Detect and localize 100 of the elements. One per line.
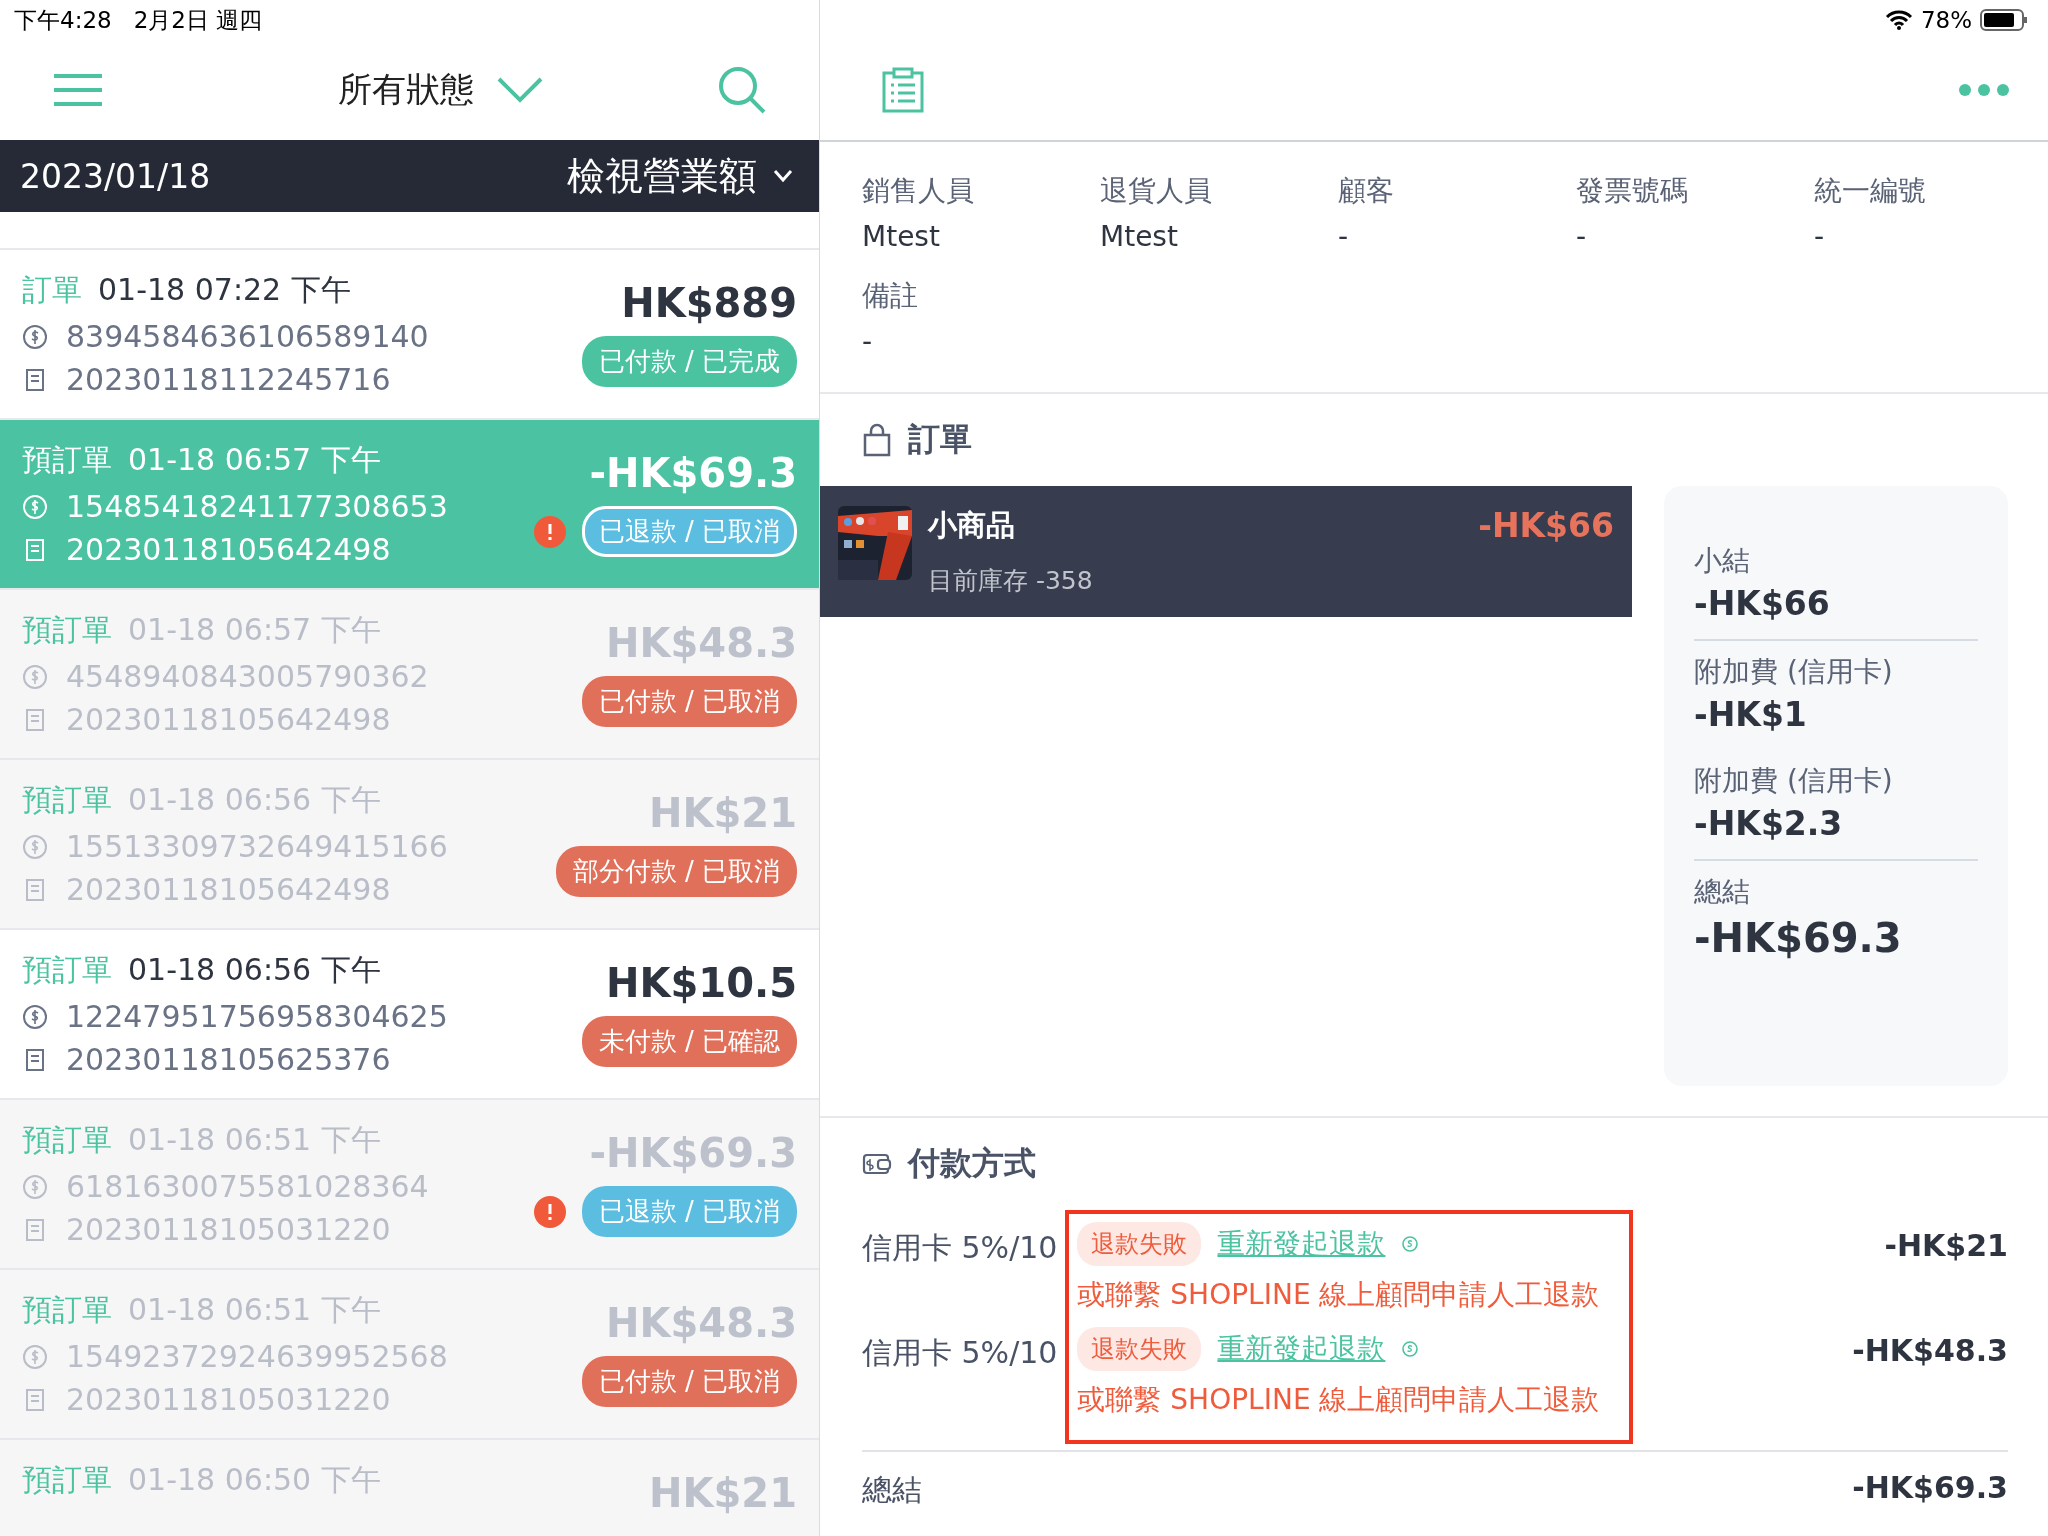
payment-amount: -HK$21 bbox=[1884, 1228, 2008, 1265]
summary-label: 小結 bbox=[1694, 543, 1751, 579]
battery-percent: 78% bbox=[1920, 7, 1972, 33]
order-time: 01-18 06:56 下午 bbox=[128, 781, 381, 819]
order-number: 20230118105031220 bbox=[66, 1382, 391, 1417]
order-row[interactable]: 預訂單 01-18 06:56 下午 15513309732649415166 20230118105642498 HK$21 部分付款 / 已取消 bbox=[0, 760, 819, 930]
order-amount: -HK$69.3 bbox=[589, 1130, 797, 1176]
field-value: Mtest bbox=[1100, 220, 1179, 253]
status-badge: 已退款 / 已取消 bbox=[581, 506, 797, 557]
order-type: 預訂單 bbox=[22, 1291, 112, 1329]
item-stock: 目前庫存 -358 bbox=[928, 565, 1094, 597]
payment-id: 12247951756958304625 bbox=[66, 999, 448, 1034]
order-type: 預訂單 bbox=[22, 1461, 112, 1499]
summary-value: -HK$66 bbox=[1694, 584, 1831, 623]
order-row[interactable]: 預訂單 01-18 06:51 下午 15492372924639952568 20230118105031220 HK$48.3 已付款 / 已取消 bbox=[0, 1270, 819, 1440]
order-number: 20230118105642498 bbox=[66, 532, 391, 567]
status-badge: 已付款 / 已完成 bbox=[581, 336, 797, 387]
order-number: 20230118105642498 bbox=[66, 872, 391, 907]
field-value: Mtest bbox=[862, 220, 941, 253]
order-number: 20230118112245716 bbox=[66, 362, 391, 397]
section-title: 訂單 bbox=[908, 419, 972, 460]
order-number: 20230118105642498 bbox=[66, 702, 391, 737]
search-icon[interactable] bbox=[717, 65, 767, 115]
view-sales-button[interactable]: 檢視營業額 bbox=[561, 149, 799, 203]
menu-icon[interactable] bbox=[52, 72, 104, 108]
payment-id: 6181630075581028364 bbox=[66, 1169, 429, 1204]
summary-label: 總結 bbox=[1694, 874, 1751, 910]
field-label: 備註 bbox=[862, 278, 919, 314]
field-label: 銷售人員 bbox=[862, 173, 975, 209]
order-type: 訂單 bbox=[22, 271, 82, 309]
field-label: 發票號碼 bbox=[1576, 173, 1689, 209]
status-badge: 已付款 / 已取消 bbox=[581, 1356, 797, 1407]
refund-failed-badge: 退款失敗 bbox=[1077, 1222, 1202, 1266]
order-item[interactable]: 小商品 目前庫存 -358 -HK$66 bbox=[820, 486, 1632, 617]
order-type: 預訂單 bbox=[22, 441, 112, 479]
total-label: 總結 bbox=[862, 1471, 922, 1509]
field-value: - bbox=[862, 325, 874, 358]
payment-id: 8394584636106589140 bbox=[66, 319, 429, 354]
status-filter-dropdown[interactable]: 所有狀態 bbox=[331, 66, 550, 114]
order-amount: HK$48.3 bbox=[606, 620, 797, 666]
dollar-coin-icon bbox=[22, 1003, 48, 1030]
dollar-coin-icon bbox=[22, 663, 48, 690]
payment-id: 4548940843005790362 bbox=[66, 659, 429, 694]
order-amount: HK$10.5 bbox=[606, 960, 797, 1006]
status-time: 下午4:28 bbox=[14, 5, 112, 35]
field-value: - bbox=[1338, 220, 1350, 253]
dollar-coin-icon bbox=[22, 1173, 48, 1200]
clipboard-list-icon[interactable] bbox=[880, 67, 926, 113]
field-value: - bbox=[1814, 220, 1826, 253]
order-row[interactable]: 預訂單 01-18 06:51 下午 6181630075581028364 20230118105031220 -HK$69.3 已退款 / 已取消 bbox=[0, 1100, 819, 1270]
order-row[interactable]: 預訂單 01-18 06:57 下午 15485418241177308653 20230118105642498 -HK$69.3 已退款 / 已取消 bbox=[0, 420, 819, 590]
status-badge: 已退款 / 已取消 bbox=[581, 1186, 797, 1237]
summary-label: 附加費 (信用卡) bbox=[1694, 763, 1894, 799]
order-time: 01-18 06:57 下午 bbox=[128, 611, 381, 649]
order-row[interactable]: 預訂單 01-18 06:57 下午 4548940843005790362 20230118105642498 HK$48.3 已付款 / 已取消 bbox=[0, 590, 819, 760]
retry-refund-link[interactable]: 重新發起退款 bbox=[1217, 1225, 1386, 1263]
wifi-icon bbox=[1884, 9, 1913, 31]
order-time: 01-18 07:22 下午 bbox=[98, 271, 351, 309]
order-amount: -HK$69.3 bbox=[589, 450, 797, 496]
payment-id: 15492372924639952568 bbox=[66, 1339, 448, 1374]
order-amount: HK$21 bbox=[649, 1470, 797, 1516]
item-price: -HK$66 bbox=[1478, 506, 1614, 545]
field-label: 統一編號 bbox=[1814, 173, 1927, 209]
battery-icon bbox=[1980, 8, 2028, 32]
summary-value: -HK$69.3 bbox=[1694, 915, 1903, 961]
field-label: 顧客 bbox=[1338, 173, 1395, 209]
payment-id: 15513309732649415166 bbox=[66, 829, 448, 864]
order-type: 預訂單 bbox=[22, 951, 112, 989]
chevron-down-icon bbox=[773, 169, 793, 183]
refund-icon bbox=[1401, 1340, 1420, 1358]
order-time: 01-18 06:50 下午 bbox=[128, 1461, 381, 1499]
date-label: 2023/01/18 bbox=[20, 156, 211, 196]
refund-help-text: 或聯繫 SHOPLINE 線上顧問申請人工退款 bbox=[1077, 1277, 1600, 1313]
payment-id: 15485418241177308653 bbox=[66, 489, 448, 524]
summary-value: -HK$1 bbox=[1694, 695, 1808, 734]
field-label: 退貨人員 bbox=[1100, 173, 1213, 209]
refund-help-text: 或聯繫 SHOPLINE 線上顧問申請人工退款 bbox=[1077, 1382, 1600, 1418]
dollar-coin-icon bbox=[22, 1343, 48, 1370]
order-type: 預訂單 bbox=[22, 1121, 112, 1159]
refund-icon bbox=[1401, 1235, 1420, 1253]
field-value: - bbox=[1576, 220, 1588, 253]
order-type: 預訂單 bbox=[22, 781, 112, 819]
payment-method: 信用卡 5%/10 bbox=[862, 1229, 1058, 1267]
shopping-bag-icon bbox=[862, 423, 892, 457]
summary-value: -HK$2.3 bbox=[1694, 804, 1844, 843]
status-date: 2月2日 週四 bbox=[133, 5, 263, 35]
status-badge: 未付款 / 已確認 bbox=[581, 1016, 797, 1067]
order-type: 預訂單 bbox=[22, 611, 112, 649]
refund-failed-badge: 退款失敗 bbox=[1077, 1327, 1202, 1371]
dollar-coin-icon bbox=[22, 493, 48, 520]
wallet-icon bbox=[862, 1151, 892, 1177]
summary-label: 附加費 (信用卡) bbox=[1694, 654, 1894, 690]
order-row[interactable]: 預訂單 01-18 06:50 下午 HK$21 bbox=[0, 1440, 819, 1536]
order-amount: HK$889 bbox=[621, 280, 797, 326]
retry-refund-link[interactable]: 重新發起退款 bbox=[1217, 1330, 1386, 1368]
total-value: -HK$69.3 bbox=[1852, 1470, 2008, 1507]
order-number: 20230118105031220 bbox=[66, 1212, 391, 1247]
dollar-coin-icon bbox=[22, 323, 48, 350]
more-icon[interactable] bbox=[1958, 83, 2010, 97]
dollar-coin-icon bbox=[22, 833, 48, 860]
